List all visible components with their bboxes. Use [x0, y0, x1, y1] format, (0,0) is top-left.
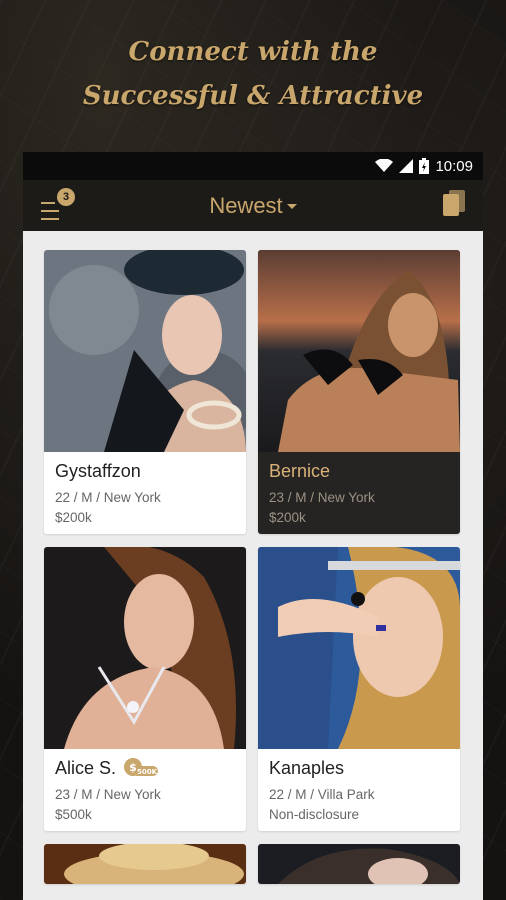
- menu-icon: [41, 202, 59, 220]
- cards-icon: [443, 190, 465, 216]
- verified-income-badge: $ 500K: [122, 757, 160, 779]
- profile-photo: [258, 547, 460, 749]
- sort-title: Newest: [209, 192, 283, 218]
- battery-icon: [419, 158, 430, 174]
- sort-dropdown[interactable]: Newest: [209, 192, 297, 219]
- profile-card[interactable]: [258, 844, 460, 884]
- profile-income: $200k: [55, 510, 92, 525]
- profile-card[interactable]: Gystaffzon 22 / M / New York $200k: [44, 250, 246, 534]
- profile-card[interactable]: [44, 844, 246, 884]
- signal-icon: [399, 159, 414, 173]
- profile-meta: 22 / M / Villa Park: [269, 787, 375, 802]
- wifi-icon: [375, 159, 394, 173]
- profile-photo: [44, 250, 246, 452]
- caret-down-icon: [286, 204, 297, 209]
- income-badge-label: 500K: [137, 768, 158, 776]
- cards-view-button[interactable]: [443, 190, 465, 221]
- menu-button[interactable]: 3: [39, 188, 79, 224]
- profile-photo: [258, 250, 460, 452]
- income-badge-icon: $ 500K: [124, 758, 159, 776]
- profile-name: Kanaples: [269, 757, 345, 778]
- tagline-line2: Successful & Attractive: [82, 81, 424, 111]
- profile-meta: 23 / M / New York: [269, 490, 375, 505]
- status-time: 10:09: [435, 157, 473, 175]
- profile-meta: 23 / M / New York: [55, 787, 161, 802]
- profile-photo: [258, 844, 460, 884]
- profile-name: Bernice: [269, 460, 331, 481]
- profile-card[interactable]: Kanaples 22 / M / Villa Park Non-disclos…: [258, 547, 460, 831]
- status-bar: 10:09: [23, 152, 483, 180]
- tagline-line1: Connect with the: [128, 37, 378, 67]
- svg-text:$: $: [129, 761, 137, 774]
- profile-grid: Gystaffzon 22 / M / New York $200k Berni…: [44, 250, 462, 884]
- phone-screen: 10:09 3 Newest Gystaffzon 22 / M / New Y…: [23, 152, 483, 900]
- profile-photo: [44, 844, 246, 884]
- profile-card[interactable]: Bernice 23 / M / New York $200k: [258, 250, 460, 534]
- profile-income: Non-disclosure: [269, 807, 360, 822]
- app-bar: 3 Newest: [23, 180, 483, 231]
- profile-name-row: Alice S. $ 500K: [55, 755, 235, 781]
- profile-name: Alice S.: [55, 757, 117, 778]
- profile-meta: 22 / M / New York: [55, 490, 161, 505]
- profile-photo: [44, 547, 246, 749]
- profile-income: $500k: [55, 807, 92, 822]
- profile-name: Gystaffzon: [55, 460, 141, 481]
- notification-badge: 3: [57, 188, 75, 206]
- tagline: Connect with the Successful & Attractive: [0, 30, 506, 118]
- profile-income: $200k: [269, 510, 306, 525]
- profile-card[interactable]: Alice S. $ 500K 23 / M / New York $500k: [44, 547, 246, 831]
